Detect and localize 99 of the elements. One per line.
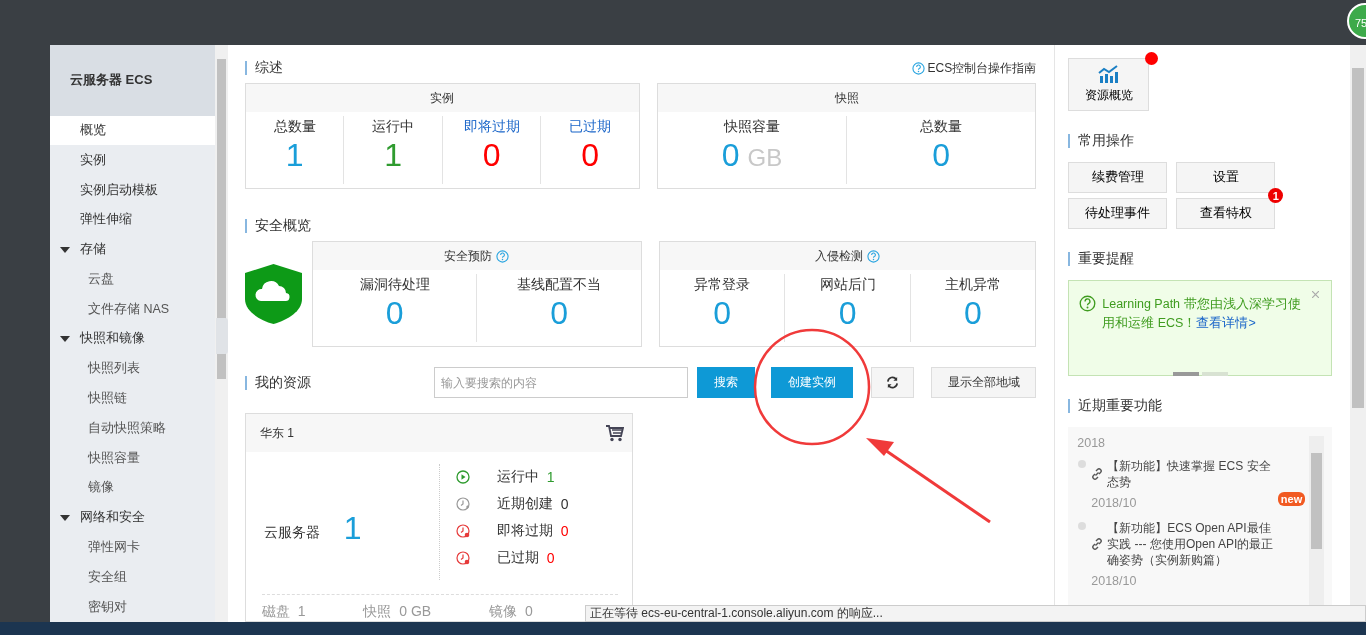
loading-status-tooltip: 正在等待 ecs-eu-central-1.console.aliyun.com 的响应... <box>585 605 1366 622</box>
status-label: 已过期 <box>496 549 539 567</box>
new-badge: new <box>1277 491 1306 506</box>
show-all-regions-button[interactable]: 显示全部地域 <box>931 367 1037 398</box>
feature-link[interactable]: 【新功能】快速掌握 ECS 安全态势 <box>1107 457 1280 490</box>
close-icon[interactable] <box>1312 291 1320 298</box>
status-count: 1 <box>546 469 555 485</box>
stat-label: 主机异常 <box>945 276 1001 294</box>
stat-value: 0 <box>932 136 951 174</box>
sidebar-item[interactable]: 快照容量 <box>50 443 215 474</box>
stat-link[interactable]: 即将过期 <box>463 118 520 136</box>
stat-value: 1 <box>384 136 402 174</box>
cart-icon[interactable] <box>605 424 624 442</box>
page-indicator[interactable] <box>1202 371 1229 376</box>
resource-count: 快照 0 GB <box>363 603 432 621</box>
stat-value: 0 <box>964 294 982 332</box>
sidebar-item[interactable]: 概览 <box>50 115 215 146</box>
page-indicator[interactable] <box>1173 371 1200 376</box>
stat-label: 基线配置不当 <box>517 276 602 294</box>
action-button[interactable]: 续费管理 <box>1068 162 1168 193</box>
stat-label: 漏洞待处理 <box>359 276 430 294</box>
status-label: 运行中 <box>496 468 539 486</box>
stat-label: 运行中 <box>372 118 415 136</box>
help-icon[interactable] <box>911 61 925 75</box>
feature-date: 2018/10 <box>1091 573 1137 588</box>
play-icon <box>455 470 470 484</box>
section-title: 安全概览 <box>244 219 311 233</box>
stat-label: 异常登录 <box>694 276 751 294</box>
sidebar-item[interactable]: 弹性伸缩 <box>50 204 215 235</box>
resource-count: 磁盘 1 <box>261 603 306 621</box>
feature-date: 2018/10 <box>1091 495 1137 510</box>
stat-label: 快照容量 <box>723 118 780 136</box>
sidebar-title: 云服务器 ECS <box>50 45 215 116</box>
sidebar-item[interactable]: 自动快照策略 <box>50 413 215 444</box>
help-icon[interactable] <box>496 249 510 263</box>
stat-value: 0 <box>721 136 740 174</box>
sidebar-item[interactable]: 实例 <box>50 145 215 176</box>
guide-link[interactable]: ECS控制台操作指南 <box>927 59 1037 77</box>
card-title: 入侵检测 <box>815 247 864 265</box>
notice-text: Learning Path 带您由浅入深学习使用和运维 ECS！查看详情> <box>1102 296 1302 332</box>
sidebar-item[interactable]: 快照和镜像 <box>50 324 215 354</box>
card-title: 安全预防 <box>444 247 493 265</box>
sidebar-item[interactable]: 云盘 <box>50 264 215 295</box>
sidebar-item[interactable]: 弹性网卡 <box>50 532 215 563</box>
sidebar-item[interactable]: 网络和安全 <box>50 502 215 533</box>
region-title: 华东 1 <box>259 424 294 442</box>
sidebar-item[interactable]: 实例启动模板 <box>50 175 215 205</box>
status-count: 0 <box>560 523 569 539</box>
action-button[interactable]: 设置 <box>1176 162 1276 193</box>
sidebar-item[interactable]: 快照链 <box>50 383 215 414</box>
stat-value: 0 <box>838 294 857 332</box>
refresh-icon <box>886 376 900 389</box>
stat-value: 1 <box>285 136 304 174</box>
stat-label: 总数量 <box>920 118 963 136</box>
stat-value: 0 <box>385 294 404 332</box>
section-title: 我的资源 <box>244 375 311 390</box>
card-title: 快照 <box>834 89 859 107</box>
status-label: 近期创建 <box>496 495 553 513</box>
link-icon <box>1091 467 1104 480</box>
stat-label: 网站后门 <box>819 276 876 294</box>
status-count: 0 <box>546 550 555 566</box>
card-title: 实例 <box>430 89 455 107</box>
status-count: 0 <box>560 496 569 512</box>
sidebar-item[interactable]: 文件存储 NAS <box>50 294 215 325</box>
stat-value: 0 <box>550 294 568 332</box>
collapse-handle[interactable] <box>216 318 228 354</box>
timeline-dot <box>1078 459 1087 468</box>
refresh-button[interactable] <box>871 367 915 398</box>
stat-value: 0 <box>581 136 599 174</box>
details-link[interactable]: 查看详情> <box>1196 316 1256 330</box>
sidebar-item[interactable]: 密钥对 <box>50 592 215 622</box>
stat-value: 0 <box>482 136 501 174</box>
sidebar-item[interactable]: 快照列表 <box>50 353 215 384</box>
help-icon[interactable] <box>867 249 881 263</box>
alarm-clock-icon <box>455 524 470 538</box>
chart-icon <box>1097 65 1120 83</box>
resource-overview-button[interactable]: 资源概览 <box>1068 58 1150 111</box>
feature-link[interactable]: 【新功能】ECS Open API最佳实践 --- 您使用Open API的最正确姿势（实例新购篇） <box>1107 519 1280 568</box>
section-title: 综述 <box>244 61 283 75</box>
sidebar-item[interactable]: 存储 <box>50 234 215 265</box>
clock-icon <box>455 497 470 511</box>
stat-value: 0 <box>713 294 731 332</box>
stat-link[interactable]: 已过期 <box>569 118 612 136</box>
resource-count: 镜像 0 <box>489 603 533 621</box>
sidebar-item[interactable]: 镜像 <box>50 473 215 503</box>
server-count: 1 <box>343 509 362 547</box>
link-icon <box>1091 537 1104 550</box>
server-label: 云服务器 <box>263 524 320 542</box>
help-icon <box>1079 295 1097 312</box>
stat-label: 总数量 <box>273 118 316 136</box>
year-label: 2018 <box>1077 435 1107 450</box>
status-label: 即将过期 <box>496 522 553 540</box>
timeline-dot <box>1078 521 1087 530</box>
alarm-clock-icon <box>455 551 470 565</box>
search-field[interactable]: 输入要搜索的内容 <box>434 367 689 398</box>
action-button[interactable]: 待处理事件 <box>1068 198 1168 229</box>
shield-icon <box>244 264 302 324</box>
sidebar-item[interactable]: 安全组 <box>50 562 215 593</box>
corner-badge: 75 <box>1347 3 1366 39</box>
